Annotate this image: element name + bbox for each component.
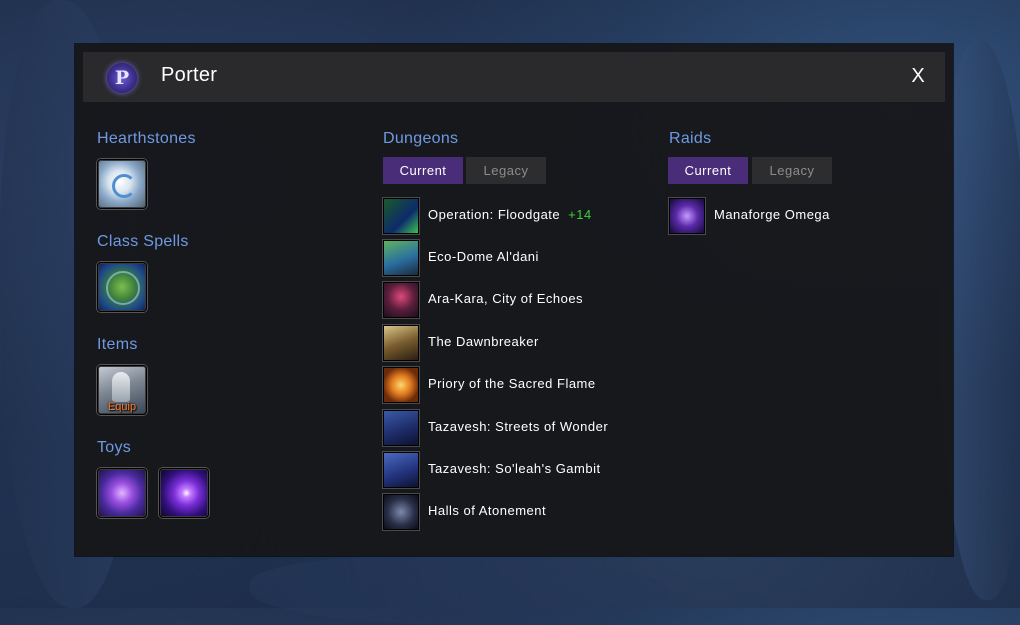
dungeon-icon (383, 198, 419, 234)
raid-name: Manaforge Omega (714, 207, 830, 222)
section-title-toys: Toys (97, 439, 132, 456)
equip-badge: Equip (107, 401, 137, 413)
section-title-hearthstones: Hearthstones (97, 130, 196, 147)
teleport-item-icon[interactable]: Equip (97, 365, 147, 415)
toy-vortex-icon[interactable] (159, 468, 209, 518)
dungeon-name: Operation: Floodgate (428, 207, 561, 222)
dungeon-icon (383, 240, 419, 276)
dungeon-name: Halls of Atonement (428, 503, 547, 518)
toy-portal-icon[interactable] (97, 468, 147, 518)
tab-raids-current[interactable]: Current (668, 157, 748, 184)
teleport-spell-icon[interactable] (97, 262, 147, 312)
tab-dungeons-legacy[interactable]: Legacy (466, 157, 546, 184)
background-ground (250, 555, 670, 625)
dungeon-icon (383, 494, 419, 530)
hearthstone-icon[interactable] (97, 159, 147, 209)
dungeon-name: Tazavesh: Streets of Wonder (428, 419, 609, 434)
porter-window: P Porter X Hearthstones Class Spells Ite… (75, 44, 953, 556)
tab-dungeons-current[interactable]: Current (383, 157, 463, 184)
dungeon-name: Ara-Kara, City of Echoes (428, 291, 584, 306)
section-title-raids: Raids (669, 130, 712, 147)
dungeon-icon (383, 452, 419, 488)
dungeon-icon (383, 367, 419, 403)
dungeon-name: Priory of the Sacred Flame (428, 376, 596, 391)
porter-logo-icon: P (107, 63, 137, 93)
window-title: Porter (161, 64, 218, 86)
section-title-items: Items (97, 336, 138, 353)
dungeon-name: The Dawnbreaker (428, 334, 539, 349)
raid-icon (669, 198, 705, 234)
dungeon-name: Eco-Dome Al'dani (428, 249, 539, 264)
section-title-class-spells: Class Spells (97, 233, 189, 250)
dungeon-icon (383, 325, 419, 361)
title-bar[interactable]: P Porter X (83, 52, 945, 102)
dungeon-icon (383, 282, 419, 318)
dungeon-name: Tazavesh: So'leah's Gambit (428, 461, 601, 476)
section-title-dungeons: Dungeons (383, 130, 459, 147)
close-button[interactable]: X (905, 62, 931, 90)
tab-raids-legacy[interactable]: Legacy (752, 157, 832, 184)
dungeon-icon (383, 410, 419, 446)
keystone-level: +14 (568, 207, 592, 222)
